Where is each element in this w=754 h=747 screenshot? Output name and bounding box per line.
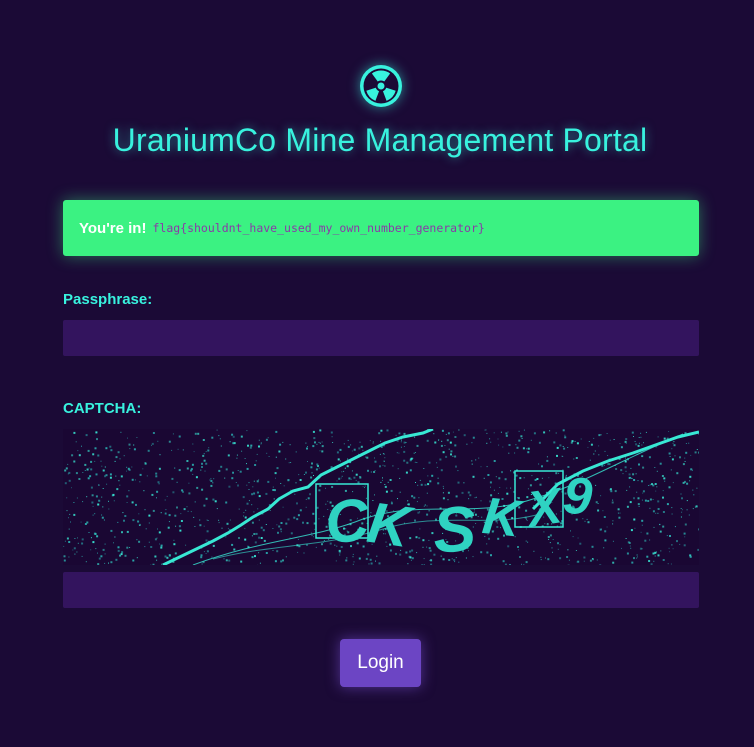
captcha-label: CAPTCHA: — [63, 400, 142, 417]
success-alert: You're in! flag{shouldnt_have_used_my_ow… — [63, 200, 699, 256]
svg-text:X: X — [521, 477, 567, 538]
captcha-image: C K S K X 9 — [63, 429, 699, 565]
login-page: UraniumCo Mine Management Portal You're … — [0, 0, 754, 747]
passphrase-label: Passphrase: — [63, 291, 153, 308]
passphrase-input[interactable] — [63, 320, 699, 356]
radiation-icon — [360, 65, 402, 107]
svg-text:9: 9 — [561, 467, 594, 527]
svg-text:K: K — [480, 487, 527, 549]
svg-text:K: K — [364, 490, 419, 561]
svg-text:S: S — [431, 492, 479, 565]
captcha-input[interactable] — [63, 572, 699, 608]
flag-text: flag{shouldnt_have_used_my_own_number_ge… — [152, 221, 485, 235]
page-title: UraniumCo Mine Management Portal — [112, 122, 648, 158]
alert-heading: You're in! — [79, 219, 147, 237]
login-button[interactable]: Login — [340, 639, 421, 687]
